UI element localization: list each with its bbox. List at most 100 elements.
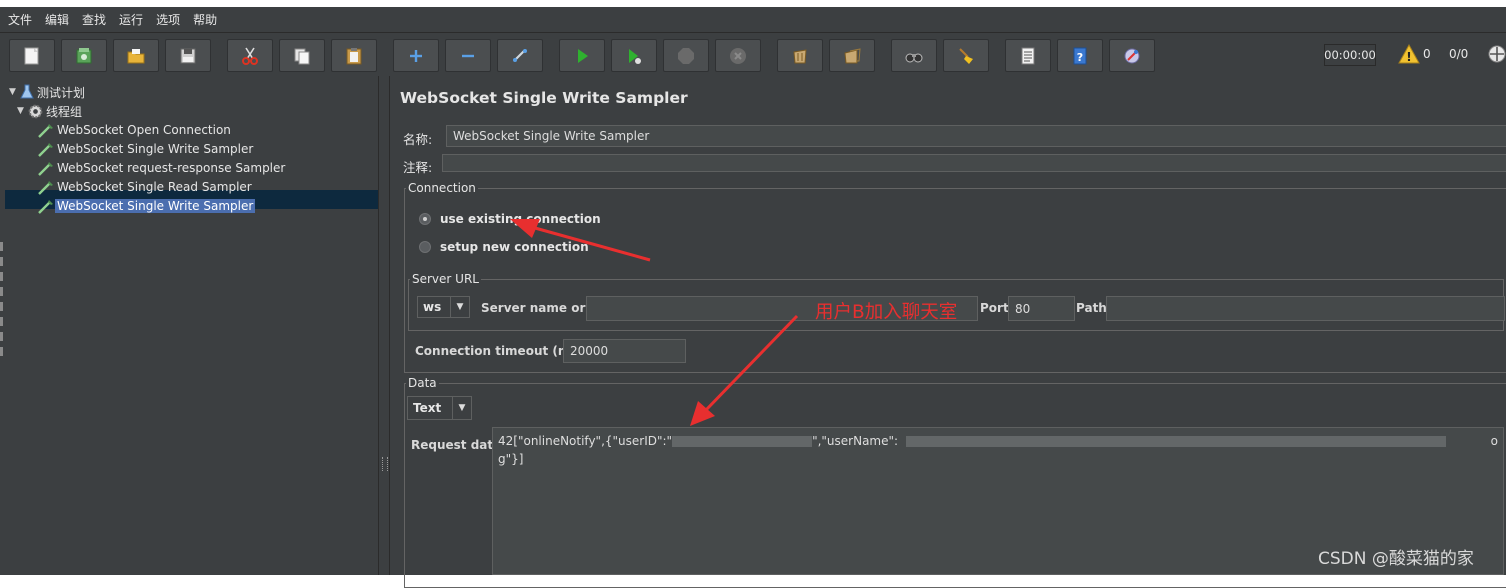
path-input[interactable]: [1106, 296, 1505, 321]
page-title: WebSocket Single Write Sampler: [400, 89, 688, 107]
copy-button[interactable]: [279, 39, 325, 72]
expand-triangle-icon[interactable]: ▼: [17, 106, 27, 116]
help-button[interactable]: ?: [1057, 39, 1103, 72]
clear-all-icon: [844, 47, 861, 63]
open-button[interactable]: [113, 39, 159, 72]
port-input[interactable]: 80: [1008, 296, 1075, 321]
menu-edit[interactable]: 编辑: [45, 11, 69, 28]
expand-all-button[interactable]: [393, 39, 439, 72]
warning-count: 0: [1423, 47, 1431, 61]
warning-icon[interactable]: !: [1398, 44, 1420, 64]
tree-node-thread-group[interactable]: ▼ 线程组: [17, 102, 84, 120]
copy-icon: [294, 48, 310, 64]
protocol-select[interactable]: ws ▼: [417, 296, 470, 318]
request-data-line: g"}]: [498, 452, 524, 466]
tree-node-sampler-selected[interactable]: WebSocket Single Write Sampler: [37, 197, 256, 215]
setup-new-connection-radio[interactable]: setup new connection: [419, 240, 589, 254]
watermark: CSDN @酸菜猫的家: [1318, 549, 1474, 569]
remote-icon: [1124, 48, 1140, 63]
tree-node-sampler[interactable]: WebSocket Single Read Sampler: [37, 178, 254, 196]
reset-search-broom-icon: [959, 47, 973, 64]
clear-all-button[interactable]: [829, 39, 875, 72]
menu-file[interactable]: 文件: [8, 11, 32, 28]
pipette-icon: [38, 143, 53, 157]
start-button[interactable]: [559, 39, 605, 72]
clear-icon: [793, 48, 807, 63]
use-existing-connection-radio[interactable]: use existing connection: [419, 212, 601, 226]
expand-plus-icon: [410, 49, 422, 62]
elapsed-timer: 00:00:00: [1324, 44, 1376, 66]
start-no-pauses-button[interactable]: [611, 39, 657, 72]
collapse-all-button[interactable]: [445, 39, 491, 72]
expand-triangle-icon[interactable]: ▼: [9, 87, 19, 97]
menu-help[interactable]: 帮助: [193, 11, 217, 28]
svg-text:?: ?: [1077, 51, 1083, 64]
data-type-select[interactable]: Text ▼: [407, 396, 472, 420]
tree-node-label: WebSocket Single Write Sampler: [55, 199, 256, 213]
new-file-icon: [24, 47, 39, 64]
menu-search[interactable]: 查找: [82, 11, 106, 28]
chevron-down-icon[interactable]: ▼: [452, 397, 471, 419]
toggle-button[interactable]: [497, 39, 543, 72]
clear-button[interactable]: [777, 39, 823, 72]
stop-icon: [678, 47, 694, 64]
pipette-icon: [38, 124, 53, 138]
split-pane-divider[interactable]: [379, 76, 388, 575]
redacted-block: [906, 436, 1447, 447]
name-input[interactable]: WebSocket Single Write Sampler: [446, 125, 1506, 147]
radio-label: setup new connection: [440, 240, 589, 254]
paste-button[interactable]: [331, 39, 377, 72]
pipette-icon: [38, 200, 53, 214]
search-button[interactable]: [891, 39, 937, 72]
redacted-block: [672, 436, 813, 447]
remote-start-button[interactable]: [1109, 39, 1155, 72]
paste-icon: [346, 47, 362, 64]
jmeter-window: 文件 编辑 查找 运行 选项 帮助 ? 00:00:00 ! 0 0/0 ▼ 测…: [0, 7, 1506, 588]
svg-text:!: !: [1406, 50, 1411, 64]
request-data-line: 42["onlineNotify",{"userID":" ","userName…: [498, 432, 1498, 450]
tree-node-label: WebSocket Open Connection: [57, 123, 231, 137]
save-icon: [180, 48, 196, 63]
templates-icon: [76, 47, 92, 63]
function-helper-list-icon: [1021, 47, 1035, 64]
timeout-input[interactable]: 20000: [563, 339, 686, 363]
chevron-down-icon[interactable]: ▼: [450, 297, 469, 317]
tree-node-label: WebSocket Single Read Sampler: [57, 180, 252, 194]
pipette-icon: [38, 162, 53, 176]
radio-button-checked[interactable]: [419, 213, 431, 225]
start-icon: [578, 48, 588, 63]
cut-button[interactable]: [227, 39, 273, 72]
menu-bar: 文件 编辑 查找 运行 选项 帮助: [0, 7, 1506, 31]
function-helper-button[interactable]: [1005, 39, 1051, 72]
tree-node-sampler[interactable]: WebSocket Open Connection: [37, 121, 233, 139]
shutdown-button[interactable]: [715, 39, 761, 72]
flask-icon: [20, 84, 34, 99]
search-binoculars-icon: [905, 53, 923, 62]
tree-node-test-plan[interactable]: ▼ 测试计划: [9, 83, 87, 101]
protocol-value: ws: [423, 300, 442, 314]
reset-search-button[interactable]: [943, 39, 989, 72]
tree-node-sampler[interactable]: WebSocket Single Write Sampler: [37, 140, 255, 158]
radio-button[interactable]: [419, 241, 431, 253]
connection-legend: Connection: [408, 181, 476, 195]
toggle-icon: [513, 48, 527, 62]
data-legend: Data: [408, 376, 437, 390]
templates-button[interactable]: [61, 39, 107, 72]
menu-options[interactable]: 选项: [156, 11, 180, 28]
new-button[interactable]: [9, 39, 55, 72]
divider-grip[interactable]: [382, 457, 388, 471]
stop-button[interactable]: [663, 39, 709, 72]
request-data-text-mid: ","userName":: [812, 434, 899, 448]
tree-node-label: WebSocket request-response Sampler: [57, 161, 286, 175]
collapse-minus-icon: [462, 54, 474, 57]
shutdown-icon: [730, 47, 746, 64]
tree-node-sampler[interactable]: WebSocket request-response Sampler: [37, 159, 287, 177]
data-type-value: Text: [413, 401, 442, 415]
request-data-text-end: o: [1490, 434, 1498, 448]
help-icon: ?: [1073, 47, 1087, 64]
move-expand-icon[interactable]: [1487, 44, 1506, 64]
menu-run[interactable]: 运行: [119, 11, 143, 28]
comment-input[interactable]: [442, 154, 1506, 172]
toolbar: ? 00:00:00 ! 0 0/0: [0, 32, 1506, 79]
save-button[interactable]: [165, 39, 211, 72]
